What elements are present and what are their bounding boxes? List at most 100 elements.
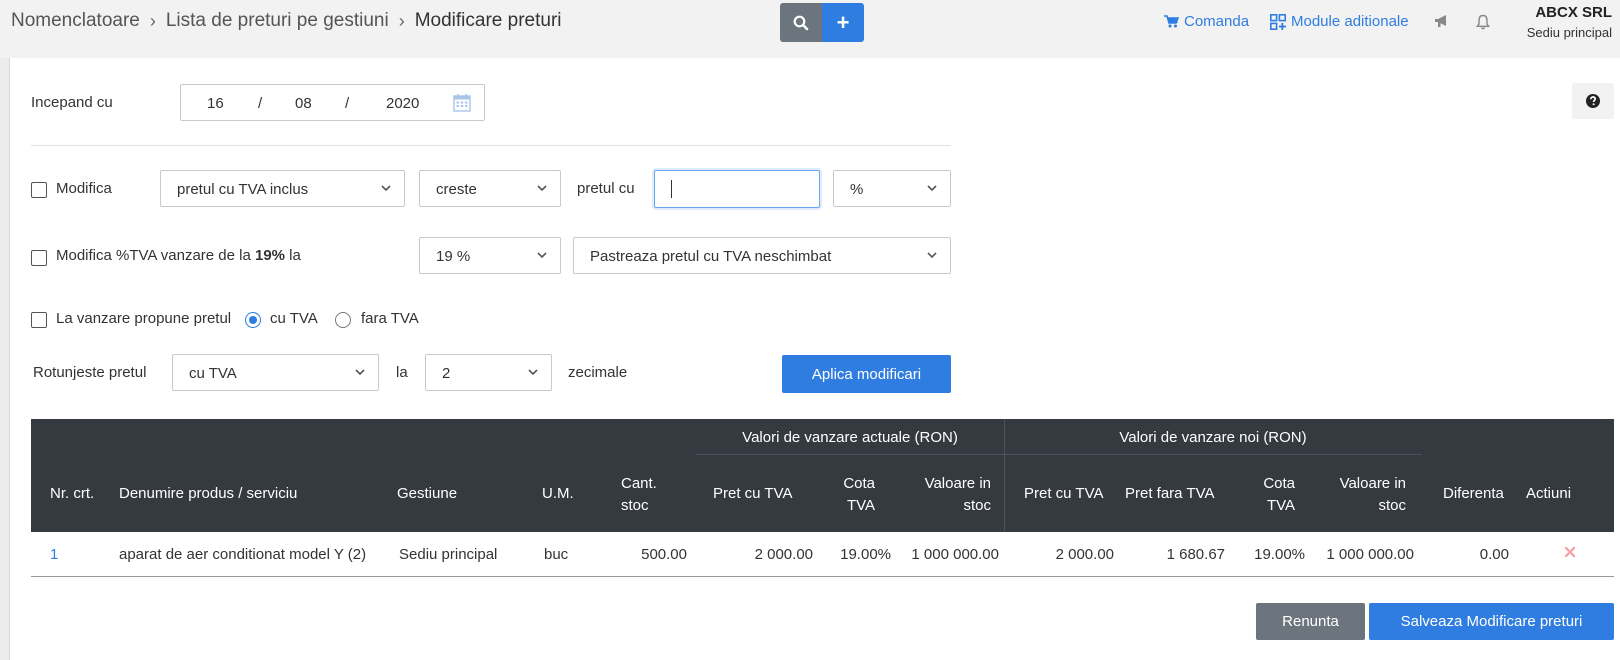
col-pret-cu-tva-nou[interactable]: Pret cu TVA	[1024, 485, 1103, 502]
calendar-icon[interactable]	[453, 93, 471, 112]
breadcrumb: Nomenclatoare › Lista de preturi pe gest…	[11, 10, 562, 32]
tva-rate-select[interactable]: 19 %	[419, 237, 561, 274]
breadcrumb-item-lista-preturi[interactable]: Lista de preturi pe gestiuni	[166, 10, 389, 32]
group-underline-new	[1004, 454, 1422, 455]
col-cota-tva[interactable]: Cota TVA	[811, 473, 875, 517]
date-input[interactable]: 16 / 08 / 2020	[180, 84, 485, 121]
zecimale-label: zecimale	[568, 364, 628, 381]
col-valoare-stoc[interactable]: Valoare in stoc	[891, 473, 991, 517]
delete-row-button[interactable]	[1564, 545, 1576, 562]
fara-tva-radio[interactable]	[335, 312, 351, 328]
modifica-tva-checkbox[interactable]	[31, 250, 47, 266]
notification-bell-icon[interactable]	[1475, 14, 1491, 34]
col-valoare-line2: stoc	[963, 497, 991, 514]
help-button[interactable]	[1572, 83, 1614, 119]
modifica-label: Modifica	[56, 180, 112, 197]
col-cota-new-line2: TVA	[1266, 497, 1295, 514]
chevron-down-icon	[528, 369, 538, 376]
cell-denumire: aparat de aer conditionat model Y (2)	[119, 546, 367, 563]
unit-select[interactable]: %	[833, 170, 951, 207]
save-changes-button[interactable]: Salveaza Modificare preturi	[1369, 603, 1614, 640]
top-bar: Nomenclatoare › Lista de preturi pe gest…	[0, 0, 1620, 58]
cell-valoare-nou: 1 000 000.00	[1326, 546, 1414, 563]
cell-cota: 19.00%	[840, 546, 891, 563]
chevron-down-icon	[927, 185, 937, 192]
question-circle-icon	[1586, 94, 1600, 108]
group-underline-actual	[696, 454, 1004, 455]
incepand-cu-label: Incepand cu	[31, 94, 113, 111]
col-cota-tva-nou[interactable]: Cota TVA	[1231, 473, 1295, 517]
col-actiuni: Actiuni	[1526, 485, 1572, 502]
module-aditionale-label: Module aditionale	[1291, 13, 1409, 30]
search-add-group: +	[780, 3, 864, 42]
price-type-value: pretul cu TVA inclus	[177, 181, 309, 198]
col-cant-stoc[interactable]: Cant. stoc	[621, 473, 657, 517]
cu-tva-radio[interactable]	[245, 312, 261, 328]
cell-pret-tva-nou: 2 000.00	[1055, 546, 1114, 563]
col-pret-fara-tva-nou[interactable]: Pret fara TVA	[1125, 485, 1214, 502]
fara-tva-label: fara TVA	[361, 310, 419, 327]
text-caret	[671, 180, 672, 198]
modifica-checkbox[interactable]	[31, 182, 47, 198]
cell-gestiune: Sediu principal	[399, 546, 498, 563]
la-label: la	[396, 364, 408, 381]
propune-pret-checkbox[interactable]	[31, 312, 47, 328]
module-aditionale-link[interactable]: Module aditionale	[1270, 13, 1409, 30]
rotunjeste-value: cu TVA	[189, 365, 237, 382]
modifica-tva-suffix: la	[285, 247, 301, 264]
direction-value: creste	[436, 181, 477, 198]
cell-valoare: 1 000 000.00	[911, 546, 999, 563]
decimals-select[interactable]: 2	[425, 354, 552, 391]
tva-mode-select[interactable]: Pastreaza pretul cu TVA neschimbat	[573, 237, 951, 274]
cell-diferenta: 0.00	[1479, 546, 1509, 563]
date-year[interactable]: 2020	[386, 95, 419, 112]
col-pret-cu-tva[interactable]: Pret cu TVA	[713, 485, 792, 502]
company-info[interactable]: ABCX SRL Sediu principal	[1527, 4, 1612, 40]
col-valoare-stoc-nou[interactable]: Valoare in stoc	[1306, 473, 1406, 517]
table-header: Valori de vanzare actuale (RON) Valori d…	[31, 419, 1614, 532]
chevron-down-icon	[537, 252, 547, 259]
modules-grid-icon	[1270, 13, 1286, 30]
direction-select[interactable]: creste	[419, 170, 561, 207]
col-cant-line1: Cant.	[621, 475, 657, 492]
cell-nr: 1	[50, 546, 59, 563]
breadcrumb-separator: ›	[149, 10, 156, 31]
left-sidebar-edge	[0, 58, 10, 660]
cancel-button[interactable]: Renunta	[1256, 603, 1365, 640]
col-valoare-new-line1: Valoare in	[1339, 475, 1406, 492]
date-month[interactable]: 08	[295, 95, 312, 112]
propune-pret-label: La vanzare propune pretul	[56, 310, 232, 327]
col-diferenta[interactable]: Diferenta	[1443, 485, 1504, 502]
modifica-tva-label: Modifica %TVA vanzare de la 19% la	[56, 247, 301, 264]
date-day[interactable]: 16	[207, 95, 224, 112]
breadcrumb-current: Modificare preturi	[414, 10, 562, 31]
tva-mode-value: Pastreaza pretul cu TVA neschimbat	[590, 248, 832, 265]
group-header-actual: Valori de vanzare actuale (RON)	[742, 429, 958, 446]
cell-um: buc	[544, 546, 569, 563]
modifica-tva-prefix: Modifica %TVA vanzare de la	[56, 247, 255, 264]
rotunjeste-select[interactable]: cu TVA	[172, 354, 379, 391]
col-gestiune[interactable]: Gestiune	[397, 485, 457, 502]
col-um[interactable]: U.M.	[542, 485, 574, 502]
cu-tva-label: cu TVA	[270, 310, 318, 327]
chevron-down-icon	[537, 185, 547, 192]
search-button[interactable]	[780, 3, 822, 42]
comanda-link[interactable]: Comanda	[1164, 13, 1249, 30]
form-divider	[31, 145, 951, 146]
col-cota-line2: TVA	[846, 497, 875, 514]
amount-input[interactable]	[654, 170, 820, 208]
delete-x-icon	[1564, 546, 1576, 558]
cell-pret-tva: 2 000.00	[754, 546, 813, 563]
company-name: ABCX SRL	[1535, 4, 1612, 21]
price-type-select[interactable]: pretul cu TVA inclus	[160, 170, 405, 207]
col-cant-line2: stoc	[621, 497, 649, 514]
pretul-cu-label: pretul cu	[577, 180, 635, 197]
announcement-icon[interactable]	[1434, 14, 1450, 32]
add-button[interactable]: +	[822, 3, 864, 42]
col-nr-crt[interactable]: Nr. crt.	[50, 485, 94, 502]
cell-cant: 500.00	[641, 546, 687, 563]
apply-changes-button[interactable]: Aplica modificari	[782, 355, 951, 393]
breadcrumb-item-nomenclatoare[interactable]: Nomenclatoare	[11, 10, 140, 32]
col-denumire[interactable]: Denumire produs / serviciu	[119, 485, 297, 502]
tva-rate-value: 19 %	[436, 248, 471, 265]
